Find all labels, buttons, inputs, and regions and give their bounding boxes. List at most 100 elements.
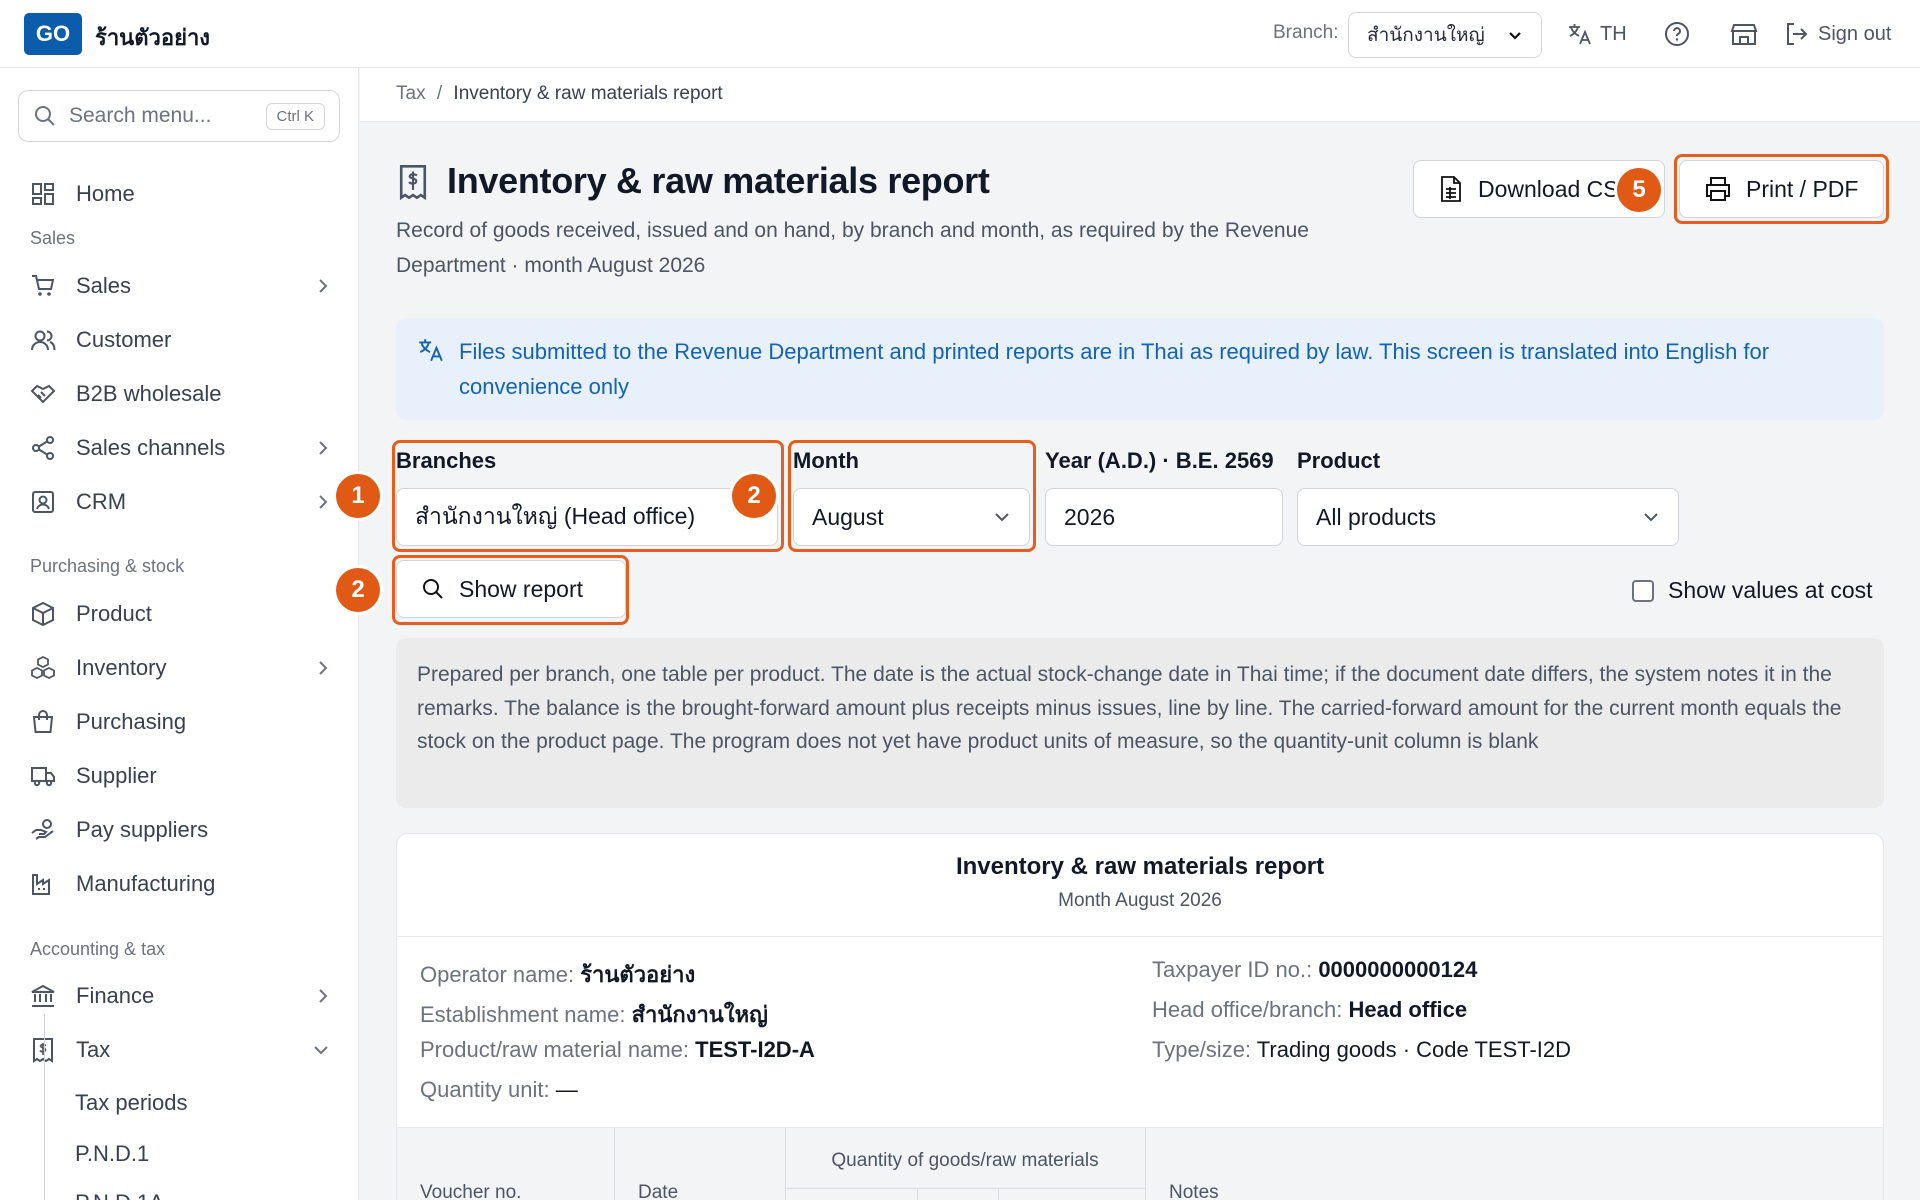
sidebar-item-sales[interactable]: Sales [30, 266, 330, 306]
product-value: All products [1316, 503, 1437, 530]
translate-icon [416, 336, 444, 364]
shopping-bag-icon [30, 709, 56, 735]
year-label: Year (A.D.) · B.E. 2569 [1045, 448, 1274, 473]
store-icon [1730, 21, 1758, 47]
sidebar-label-pay-suppliers: Pay suppliers [76, 817, 209, 842]
report-title: Inventory & raw materials report [955, 853, 1325, 880]
report-table-header: Voucher no. Date Quantity of goods/raw m… [397, 1127, 1883, 1200]
sidebar-item-home[interactable]: Home [30, 174, 330, 214]
sidebar-label-inventory: Inventory [76, 655, 167, 680]
sidebar-item-b2b[interactable]: B2B wholesale [30, 374, 330, 414]
sidebar-item-pay-suppliers[interactable]: Pay suppliers [30, 810, 330, 850]
column-divider [917, 1188, 918, 1200]
share-icon [30, 435, 56, 461]
operator-value: ร้านตัวอย่าง [580, 962, 696, 987]
branch-type-value: Head office [1348, 997, 1468, 1022]
product-select[interactable]: All products [1297, 488, 1679, 546]
column-divider [614, 1128, 615, 1200]
sidebar-item-finance[interactable]: Finance [30, 976, 330, 1016]
sidebar-item-purchasing[interactable]: Purchasing [30, 702, 330, 742]
chevron-right-icon [316, 277, 330, 295]
sidebar-label-purchasing: Purchasing [76, 709, 187, 734]
language-button[interactable]: TH [1566, 14, 1627, 54]
branch-select-value: สำนักงานใหญ่ [1367, 25, 1485, 46]
sidebar-item-pnd1[interactable]: P.N.D.1 [75, 1141, 149, 1167]
bank-icon [30, 983, 56, 1009]
sidebar-item-customer[interactable]: Customer [30, 320, 330, 360]
chevron-right-icon [316, 659, 330, 677]
year-input[interactable]: 2026 [1045, 488, 1283, 546]
product-name-label: Product/raw material name: [420, 1037, 689, 1062]
sidebar-item-tax[interactable]: Tax [30, 1030, 330, 1070]
submenu-line [44, 1014, 45, 1200]
chevron-down-icon [1507, 27, 1523, 43]
sidebar-item-product[interactable]: Product [30, 594, 330, 634]
highlight-branches [392, 440, 784, 552]
sidebar-item-channels[interactable]: Sales channels [30, 428, 330, 468]
establishment-row: Establishment name: สำนักงานใหญ่ [420, 997, 768, 1032]
report-note-text: Prepared per branch, one table per produ… [417, 663, 1842, 753]
report-divider [397, 936, 1883, 937]
sidebar-item-manufacturing[interactable]: Manufacturing [30, 864, 330, 904]
users-icon [30, 327, 56, 353]
type-row: Type/size: Trading goods · Code TEST-I2D [1152, 1037, 1571, 1063]
show-cost-toggle[interactable]: Show values at cost [1632, 577, 1873, 604]
search-menu-input[interactable]: Search menu... Ctrl K [18, 90, 340, 142]
sidebar-item-crm[interactable]: CRM [30, 482, 330, 522]
section-purchasing: Purchasing & stock [30, 556, 185, 576]
contact-card-icon [30, 489, 56, 515]
column-divider [1145, 1128, 1146, 1200]
year-value: 2026 [1064, 503, 1116, 530]
section-accounting: Accounting & tax [30, 939, 166, 959]
grid-icon [30, 181, 56, 207]
product-filter-label: Product [1297, 448, 1381, 473]
sidebar: Search menu... Ctrl K Home Sales Sales C… [0, 68, 359, 1200]
sidebar-item-tax-periods[interactable]: Tax periods [75, 1090, 188, 1116]
report-card: Inventory & raw materials report Month A… [396, 833, 1884, 1200]
sidebar-item-pnd1a[interactable]: P.N.D.1A [75, 1190, 164, 1200]
truck-icon [30, 763, 56, 789]
translate-icon [1566, 21, 1592, 47]
signout-button[interactable]: Sign out [1784, 14, 1891, 54]
branch-select[interactable]: สำนักงานใหญ่ [1348, 12, 1542, 58]
sidebar-label-b2b: B2B wholesale [76, 381, 222, 406]
show-cost-checkbox[interactable] [1632, 579, 1654, 602]
column-subdivider [785, 1188, 1145, 1189]
column-voucher: Voucher no. [420, 1182, 522, 1200]
receipt-icon [30, 1037, 56, 1063]
top-bar: GO ร้านตัวอย่าง Branch: สำนักงานใหญ่ TH … [0, 0, 1920, 68]
cart-icon [30, 273, 56, 299]
sidebar-label-finance: Finance [76, 983, 155, 1008]
product-name-row: Product/raw material name: TEST-I2D-A [420, 1037, 815, 1063]
search-placeholder: Search menu... [69, 104, 212, 127]
sidebar-label-sales: Sales [76, 273, 132, 298]
breadcrumb-tax-link[interactable]: Tax [396, 83, 426, 104]
translation-info-banner: Files submitted to the Revenue Departmen… [396, 318, 1884, 420]
unit-label: Quantity unit: [420, 1077, 550, 1102]
hand-coins-icon [30, 817, 56, 843]
establishment-value: สำนักงานใหญ่ [631, 1002, 768, 1027]
sidebar-item-inventory[interactable]: Inventory [30, 648, 330, 688]
download-csv-label: Download CSV [1478, 175, 1634, 202]
sidebar-label-product: Product [76, 601, 152, 626]
branch-label: Branch: [1273, 22, 1339, 43]
page-title: Inventory & raw materials report [447, 160, 990, 201]
taxpayer-row: Taxpayer ID no.: 0000000000124 [1152, 957, 1477, 983]
page-description: Record of goods received, issued and on … [396, 219, 1309, 277]
unit-row: Quantity unit: — [420, 1077, 578, 1103]
report-subtitle: Month August 2026 [1058, 890, 1222, 911]
branch-row: Head office/branch: Head office [1152, 997, 1467, 1023]
show-cost-label: Show values at cost [1668, 577, 1873, 603]
factory-icon [30, 871, 56, 897]
app-logo[interactable]: GO [24, 13, 82, 55]
help-button[interactable] [1664, 14, 1690, 54]
section-sales: Sales [30, 228, 76, 248]
chevron-right-icon [316, 439, 330, 457]
type-label: Type/size: [1152, 1037, 1252, 1062]
step-badge-2-show: 2 [336, 568, 380, 612]
column-divider [998, 1188, 999, 1200]
column-date: Date [638, 1182, 679, 1200]
store-button[interactable] [1730, 14, 1758, 54]
sidebar-item-supplier[interactable]: Supplier [30, 756, 330, 796]
highlight-show-report [392, 555, 629, 625]
